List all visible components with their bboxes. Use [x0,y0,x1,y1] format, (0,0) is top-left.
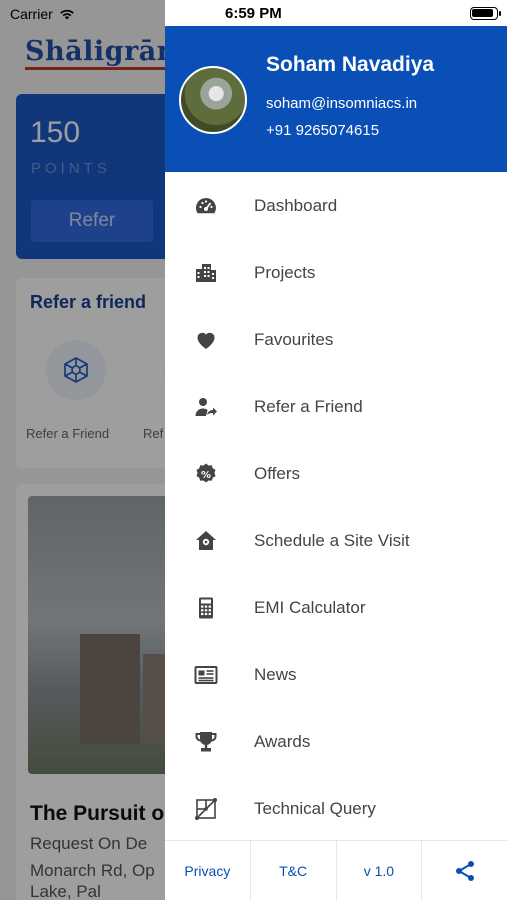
newspaper-icon [193,662,219,688]
share-icon [455,860,474,881]
profile-header[interactable]: Soham Navadiya soham@insomniacs.in +91 9… [165,26,507,172]
technical-query-icon [193,796,219,822]
dashboard-icon [193,193,219,219]
version-label: v 1.0 [337,841,423,900]
menu-label: Schedule a Site Visit [254,530,410,550]
menu-label: Favourites [254,329,334,349]
user-email: soham@insomniacs.in [266,95,418,112]
refer-user-icon [193,394,219,420]
menu-item-dashboard[interactable]: Dashboard [165,172,507,239]
drawer-scrim[interactable] [0,0,165,900]
menu-item-emi-calculator[interactable]: EMI Calculator [165,574,507,641]
heart-icon [193,327,219,353]
trophy-icon [193,729,219,755]
menu-item-favourites[interactable]: Favourites [165,306,507,373]
privacy-link[interactable]: Privacy [165,841,251,900]
navigation-drawer: 6:59 PM Soham Navadiya soham@insomniacs.… [165,0,507,900]
terms-link[interactable]: T&C [251,841,337,900]
menu-label: Awards [254,731,311,751]
buildings-icon [193,260,219,286]
menu-item-projects[interactable]: Projects [165,239,507,306]
menu-item-offers[interactable]: % Offers [165,440,507,507]
home-pin-icon [193,528,219,554]
status-bar: 6:59 PM [165,0,507,26]
menu-label: EMI Calculator [254,597,366,617]
user-phone: +91 9265074615 [266,122,380,139]
menu-label: Refer a Friend [254,396,363,416]
drawer-footer: Privacy T&C v 1.0 [165,840,507,900]
menu-item-technical-query[interactable]: Technical Query [165,775,507,842]
avatar[interactable] [179,66,247,134]
user-name: Soham Navadiya [266,53,435,76]
share-button[interactable] [422,841,507,900]
battery-tip [499,11,501,16]
percent-badge-icon: % [193,461,219,487]
menu-item-awards[interactable]: Awards [165,708,507,775]
calculator-icon [193,595,219,621]
menu-item-news[interactable]: News [165,641,507,708]
status-time: 6:59 PM [225,5,282,22]
menu-item-schedule-site-visit[interactable]: Schedule a Site Visit [165,507,507,574]
battery-icon [470,7,498,20]
svg-text:%: % [201,470,211,481]
menu-item-refer-a-friend[interactable]: Refer a Friend [165,373,507,440]
menu-label: Offers [254,463,300,483]
menu-label: Projects [254,262,316,282]
menu-label: News [254,664,297,684]
menu-label: Technical Query [254,798,376,818]
menu-label: Dashboard [254,195,338,215]
